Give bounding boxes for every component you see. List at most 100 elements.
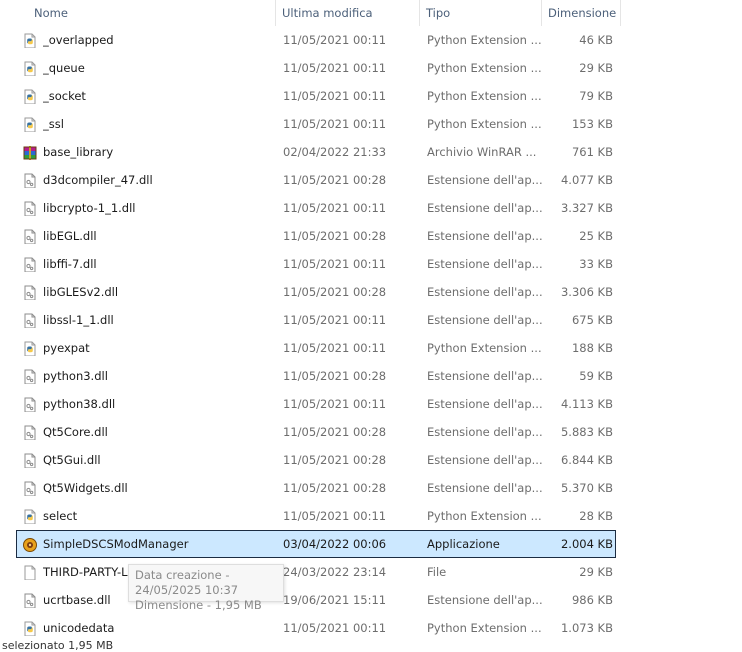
file-size: 2.004 KB	[560, 537, 613, 551]
file-modified-date: 11/05/2021 00:28	[283, 285, 387, 299]
file-modified-date: 11/05/2021 00:11	[283, 61, 387, 75]
dll-file-icon	[22, 228, 38, 244]
file-row[interactable]: Qt5Gui.dll 11/05/2021 00:28 Estensione del…	[16, 446, 616, 474]
file-size: 59 KB	[579, 369, 613, 383]
dll-file-icon	[22, 284, 38, 300]
file-size: 5.370 KB	[560, 481, 613, 495]
file-row[interactable]: THIRD-PARTY-LICENSES 24/03/2022 23:14 File…	[16, 558, 616, 586]
file-name: _overlapped	[43, 33, 114, 47]
file-size: 1.073 KB	[560, 621, 613, 635]
file-modified-date: 11/05/2021 00:11	[283, 397, 387, 411]
file-row[interactable]: libffi-7.dll 11/05/2021 00:11 Estensione d…	[16, 250, 616, 278]
file-type: Python Extension ...	[427, 621, 542, 635]
file-name: select	[43, 509, 78, 523]
file-modified-date: 11/05/2021 00:11	[283, 117, 387, 131]
file-name: libGLESv2.dll	[43, 285, 119, 299]
file-name: d3dcompiler_47.dll	[43, 173, 153, 187]
file-name: _queue	[43, 61, 85, 75]
file-type: Python Extension ...	[427, 341, 542, 355]
file-row[interactable]: base_library 02/04/2022 21:33 Archivio Win…	[16, 138, 616, 166]
file-row[interactable]: _overlapped 11/05/2021 00:11 Python Extens…	[16, 26, 616, 54]
dll-file-icon	[22, 368, 38, 384]
file-row[interactable]: _queue 11/05/2021 00:11 Python Extension .…	[16, 54, 616, 82]
python-file-icon	[22, 620, 38, 636]
python-file-icon	[22, 116, 38, 132]
file-type: Estensione dell'ap...	[427, 481, 543, 495]
file-type: Python Extension ...	[427, 117, 542, 131]
dll-file-icon	[22, 452, 38, 468]
file-name: libssl-1_1.dll	[43, 313, 114, 327]
file-modified-date: 11/05/2021 00:11	[283, 33, 387, 47]
file-row[interactable]: libcrypto-1_1.dll 11/05/2021 00:11 Estensi…	[16, 194, 616, 222]
file-name: libcrypto-1_1.dll	[43, 201, 136, 215]
file-row[interactable]: Qt5Core.dll 11/05/2021 00:28 Estensione de…	[16, 418, 616, 446]
file-type: Applicazione	[427, 537, 500, 551]
column-header-type[interactable]: Tipo	[420, 0, 540, 26]
file-size: 3.306 KB	[560, 285, 613, 299]
file-row[interactable]: _ssl 11/05/2021 00:11 Python Extension ...…	[16, 110, 616, 138]
file-name: Qt5Gui.dll	[43, 453, 101, 467]
file-modified-date: 11/05/2021 00:28	[283, 481, 387, 495]
file-size: 29 KB	[579, 61, 613, 75]
file-row[interactable]: _socket 11/05/2021 00:11 Python Extension …	[16, 82, 616, 110]
column-divider[interactable]	[620, 0, 621, 26]
file-name: Qt5Core.dll	[43, 425, 108, 439]
file-modified-date: 11/05/2021 00:28	[283, 173, 387, 187]
file-type: Estensione dell'ap...	[427, 285, 543, 299]
dll-file-icon	[22, 256, 38, 272]
file-type: Estensione dell'ap...	[427, 229, 543, 243]
file-modified-date: 03/04/2022 00:06	[283, 537, 387, 551]
file-row[interactable]: libEGL.dll 11/05/2021 00:28 Estensione del…	[16, 222, 616, 250]
file-type: Estensione dell'ap...	[427, 453, 543, 467]
file-size: 188 KB	[571, 341, 613, 355]
file-type: Archivio WinRAR ...	[427, 145, 537, 159]
file-row[interactable]: libGLESv2.dll 11/05/2021 00:28 Estensione …	[16, 278, 616, 306]
file-row[interactable]: d3dcompiler_47.dll 11/05/2021 00:28 Estens…	[16, 166, 616, 194]
winrar-archive-icon	[22, 144, 38, 160]
file-name: Qt5Widgets.dll	[43, 481, 128, 495]
file-size: 79 KB	[579, 89, 613, 103]
file-row[interactable]: select 11/05/2021 00:11 Python Extension .…	[16, 502, 616, 530]
file-row[interactable]: libssl-1_1.dll 11/05/2021 00:11 Estensione…	[16, 306, 616, 334]
file-name: unicodedata	[43, 621, 115, 635]
column-header-name[interactable]: Nome	[28, 0, 274, 26]
file-modified-date: 11/05/2021 00:11	[283, 201, 387, 215]
file-modified-date: 11/05/2021 00:11	[283, 257, 387, 271]
file-size: 29 KB	[579, 565, 613, 579]
file-row[interactable]: ucrtbase.dll 19/06/2021 15:11 Estensione d…	[16, 586, 616, 614]
file-row[interactable]: python38.dll 11/05/2021 00:11 Estensione d…	[16, 390, 616, 418]
file-size: 28 KB	[579, 509, 613, 523]
file-row[interactable]: Qt5Widgets.dll 11/05/2021 00:28 Estensione…	[16, 474, 616, 502]
file-modified-date: 11/05/2021 00:28	[283, 453, 387, 467]
file-type: Estensione dell'ap...	[427, 593, 543, 607]
file-modified-date: 11/05/2021 00:11	[283, 621, 387, 635]
tooltip-size: Dimensione - 1,95 MB	[135, 598, 262, 612]
file-name: _socket	[43, 89, 86, 103]
file-type: File	[427, 565, 447, 579]
file-row[interactable]: SimpleDSCSModManager 03/04/2022 00:06 Appl…	[16, 530, 616, 558]
column-header-date[interactable]: Ultima modifica	[276, 0, 418, 26]
file-type: Estensione dell'ap...	[427, 313, 543, 327]
file-type: Python Extension ...	[427, 89, 542, 103]
file-size: 3.327 KB	[560, 201, 613, 215]
file-modified-date: 11/05/2021 00:11	[283, 89, 387, 103]
python-file-icon	[22, 32, 38, 48]
tooltip-created: Data creazione - 24/05/2025 10:37	[135, 568, 239, 597]
file-type: Estensione dell'ap...	[427, 397, 543, 411]
dll-file-icon	[22, 396, 38, 412]
file-name: base_library	[43, 145, 114, 159]
file-row[interactable]: python3.dll 11/05/2021 00:28 Estensione de…	[16, 362, 616, 390]
file-row[interactable]: unicodedata 11/05/2021 00:11 Python Extens…	[16, 614, 616, 642]
file-type: Estensione dell'ap...	[427, 173, 543, 187]
file-size: 986 KB	[571, 593, 613, 607]
file-row[interactable]: pyexpat 11/05/2021 00:11 Python Extension …	[16, 334, 616, 362]
python-file-icon	[22, 88, 38, 104]
file-type: Estensione dell'ap...	[427, 369, 543, 383]
file-modified-date: 11/05/2021 00:11	[283, 509, 387, 523]
dll-file-icon	[22, 592, 38, 608]
file-modified-date: 24/03/2022 23:14	[283, 565, 387, 579]
dll-file-icon	[22, 200, 38, 216]
column-header-size[interactable]: Dimensione	[542, 0, 620, 26]
file-size: 675 KB	[571, 313, 613, 327]
file-name: python3.dll	[43, 369, 108, 383]
